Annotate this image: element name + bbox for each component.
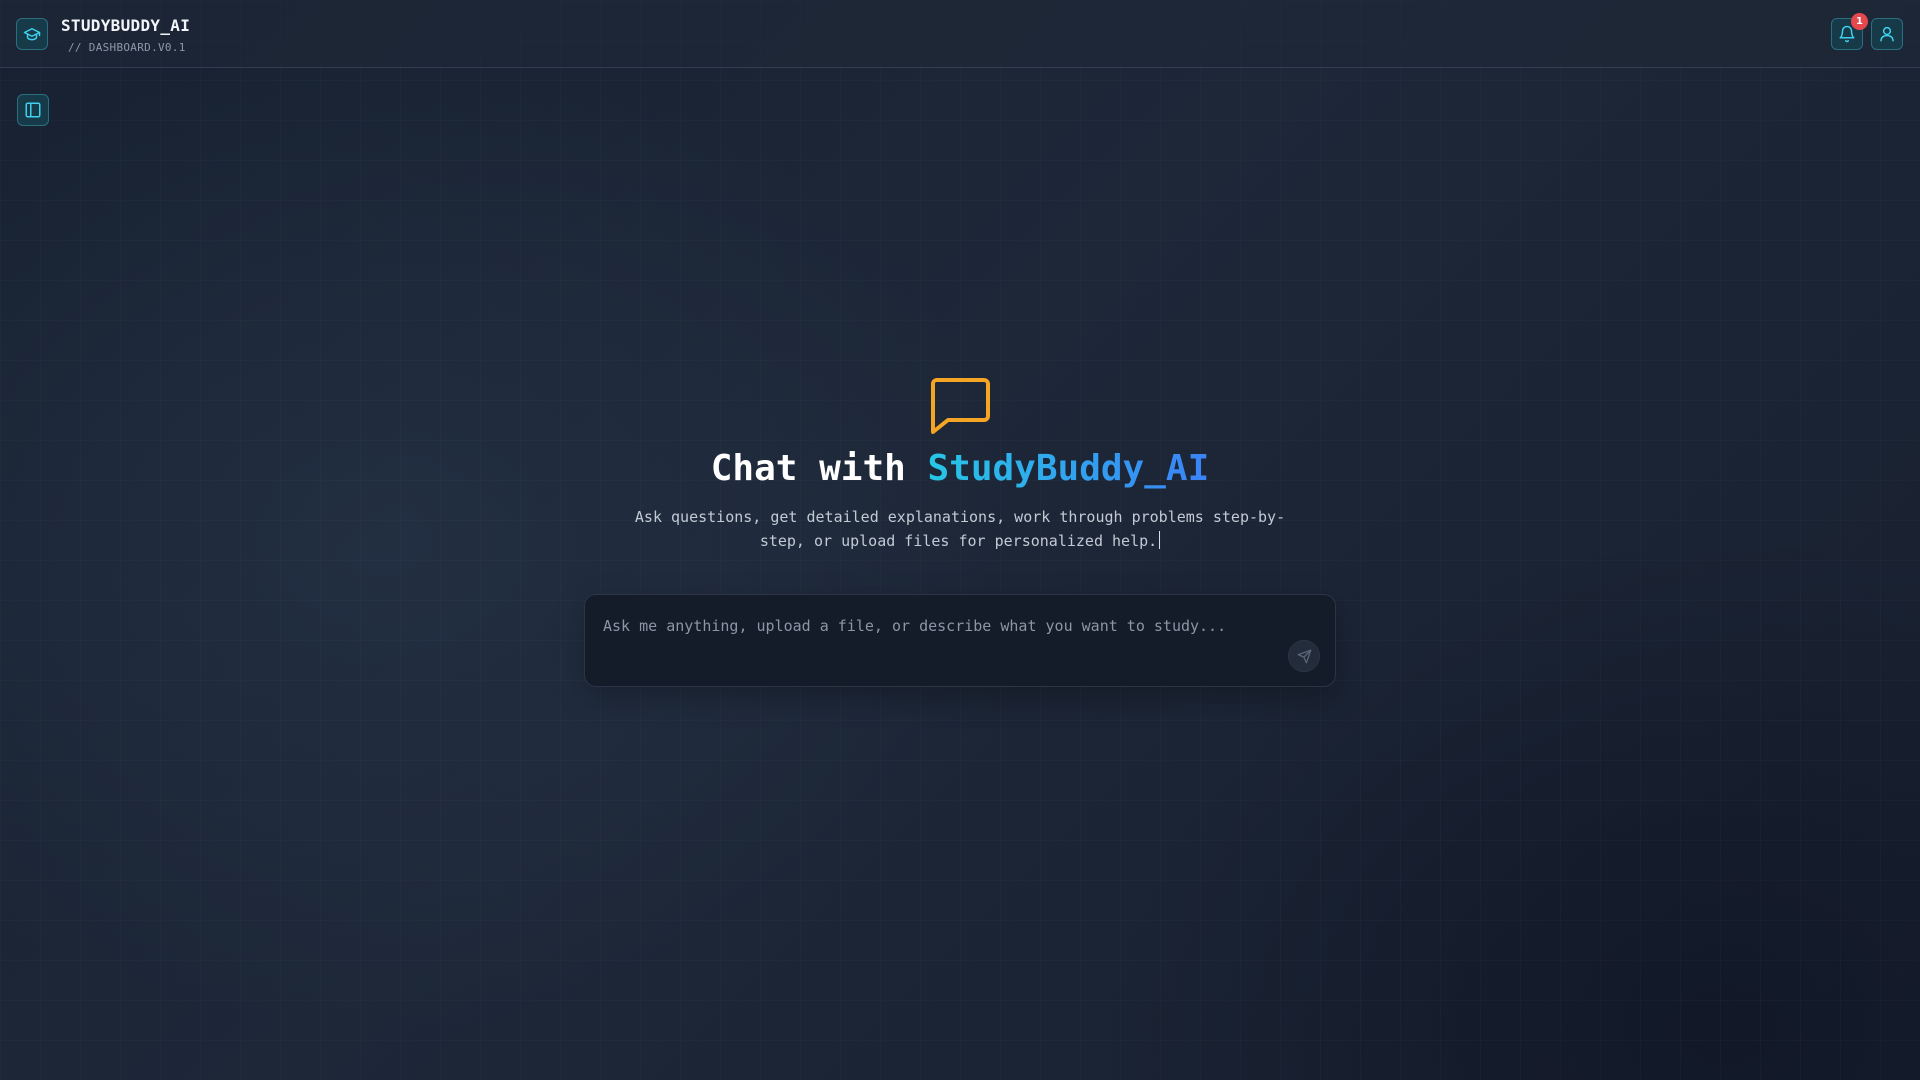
text-caret <box>1159 531 1161 549</box>
hero-title-accent: StudyBuddy_AI <box>927 448 1210 489</box>
graduation-cap-icon[interactable] <box>16 18 48 50</box>
notification-badge: 1 <box>1851 13 1868 30</box>
top-bar: STUDYBUDDY_AI // DASHBOARD.V0.1 1 <box>0 0 1920 68</box>
hero-title-prefix: Chat with <box>710 448 928 489</box>
app-subtitle: // DASHBOARD.V0.1 <box>68 41 186 54</box>
sidebar-toggle-button[interactable] <box>17 94 49 126</box>
user-icon <box>1878 25 1896 43</box>
notifications-button[interactable]: 1 <box>1831 13 1868 50</box>
user-profile-button[interactable] <box>1871 18 1903 50</box>
chat-bubble-icon <box>928 376 992 436</box>
sidebar-panel-icon <box>24 101 42 119</box>
chat-input[interactable] <box>601 605 1295 647</box>
chat-input-card <box>584 594 1336 687</box>
hero-title: Chat with StudyBuddy_AI <box>0 448 1920 489</box>
hero-description: Ask questions, get detailed explanations… <box>620 505 1300 553</box>
send-icon <box>1297 649 1312 664</box>
send-button[interactable] <box>1288 640 1320 672</box>
hero-description-text: Ask questions, get detailed explanations… <box>634 508 1286 550</box>
app-title: STUDYBUDDY_AI <box>61 16 191 35</box>
